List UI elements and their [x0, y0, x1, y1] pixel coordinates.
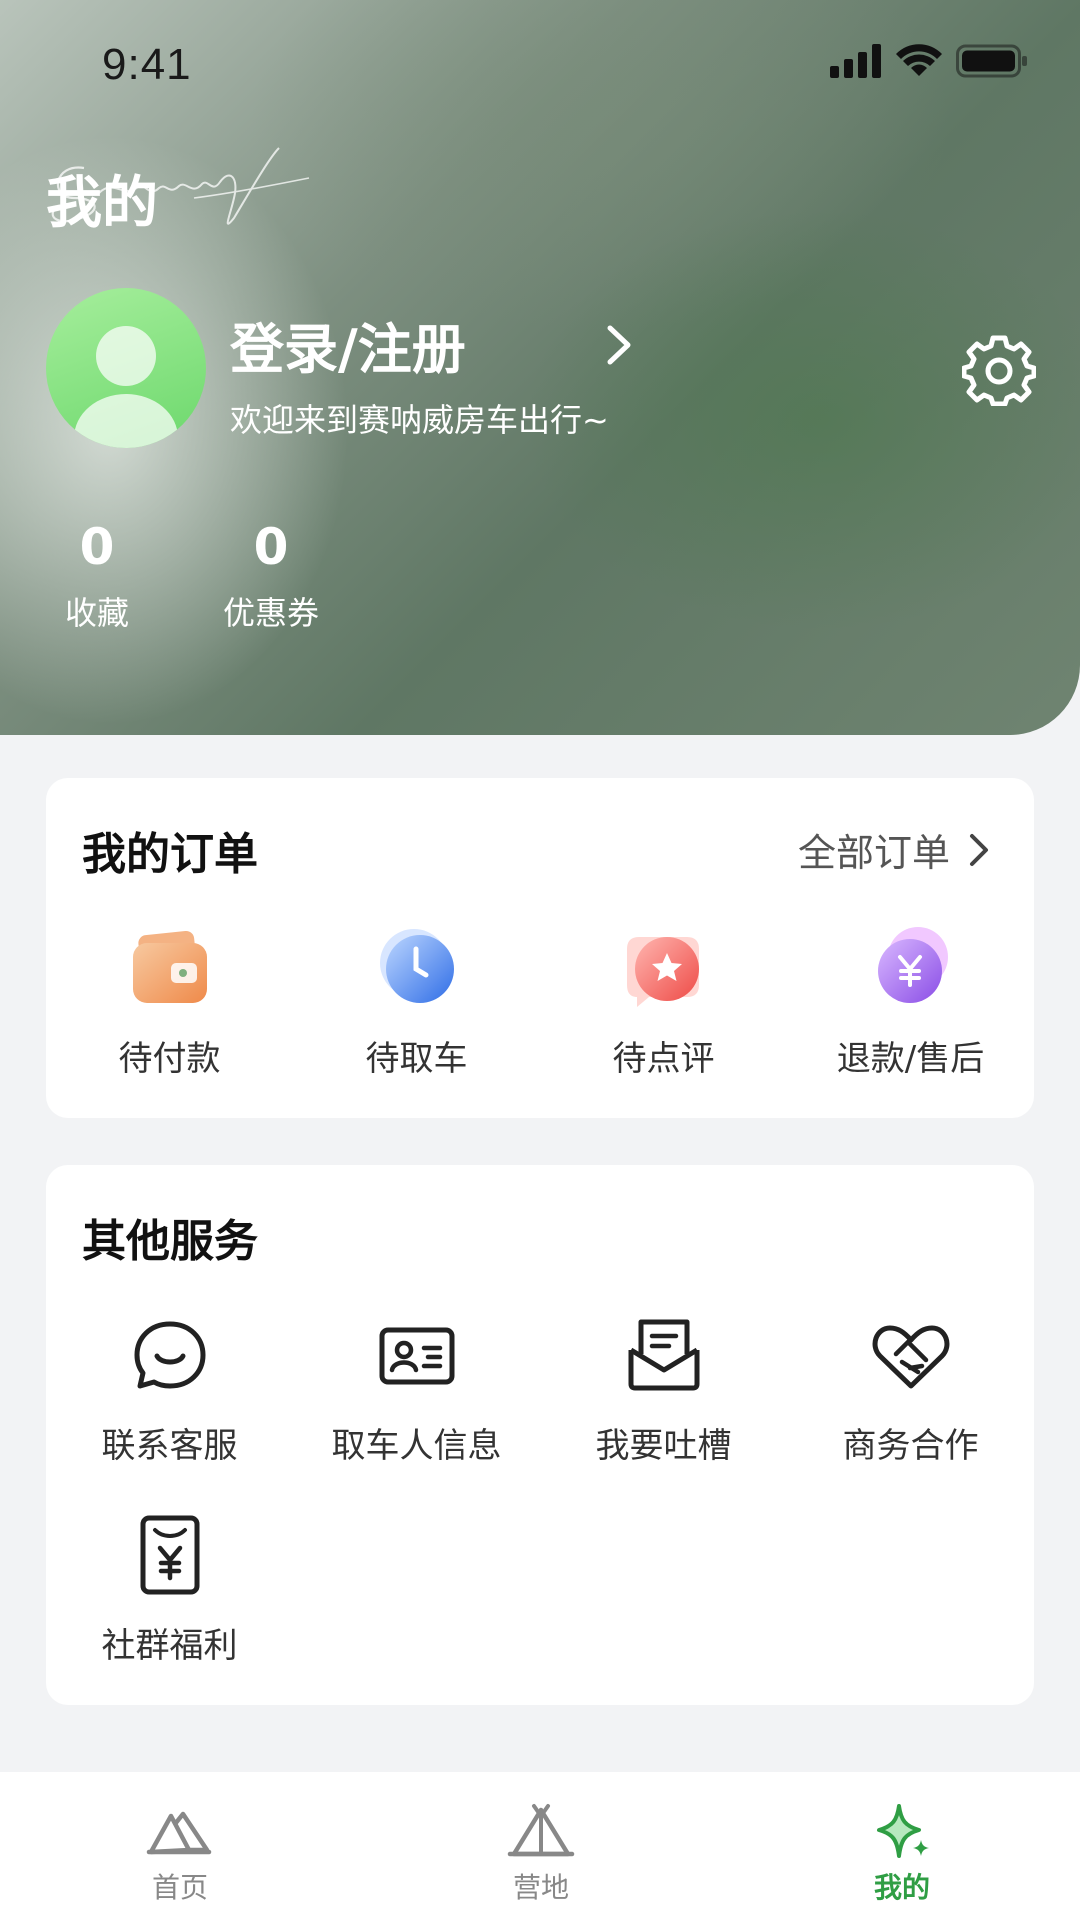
- wifi-icon: [896, 44, 942, 76]
- status-icons: [830, 44, 1028, 78]
- favorites-count: 0: [79, 518, 115, 576]
- favorites-label: 收藏: [64, 594, 129, 632]
- all-orders-link[interactable]: 全部订单: [798, 822, 990, 877]
- pending-payment-button[interactable]: 待付款: [46, 923, 293, 1080]
- contact-support-label: 联系客服: [101, 1426, 238, 1466]
- business-cooperation-button[interactable]: 商务合作: [787, 1310, 1034, 1467]
- community-benefits-button[interactable]: 社群福利: [46, 1510, 293, 1667]
- sparkle-icon: [877, 1804, 929, 1858]
- receipt-yen-icon: [140, 1515, 199, 1595]
- pending-review-label: 待点评: [612, 1039, 715, 1079]
- page-title: 我的: [46, 171, 158, 236]
- status-bar: 9:41: [0, 0, 1080, 130]
- tab-mine-label: 我的: [873, 1871, 930, 1904]
- bottom-tab-bar: 首页 营地 我的: [0, 1772, 1080, 1920]
- mountain-icon: [146, 1811, 212, 1855]
- tab-campsite-label: 营地: [512, 1871, 569, 1904]
- refund-aftersale-button[interactable]: 退款/售后: [787, 923, 1034, 1080]
- other-services-card: 其他服务 联系客服 取车人信息 我要吐槽 商务合作 社群福利: [46, 1165, 1034, 1705]
- chevron-right-icon: [970, 833, 988, 866]
- gear-icon[interactable]: [962, 332, 1036, 406]
- contact-support-button[interactable]: 联系客服: [46, 1310, 293, 1467]
- feedback-label: 我要吐槽: [595, 1426, 732, 1466]
- yen-icon: [877, 927, 948, 1003]
- tab-campsite[interactable]: 营地: [441, 1802, 641, 1906]
- tent-icon: [507, 1804, 575, 1857]
- wallet-icon: [132, 930, 207, 1003]
- business-cooperation-label: 商务合作: [842, 1426, 979, 1466]
- pickup-person-info-button[interactable]: 取车人信息: [293, 1310, 540, 1467]
- orders-title: 我的订单: [82, 829, 258, 880]
- battery-icon: [956, 44, 1027, 78]
- tab-home-label: 首页: [151, 1871, 208, 1904]
- feedback-button[interactable]: 我要吐槽: [540, 1310, 787, 1467]
- avatar[interactable]: [46, 288, 206, 448]
- user-avatar-icon: [74, 326, 178, 448]
- services-title: 其他服务: [82, 1216, 258, 1267]
- favorites-stat[interactable]: 0 收藏: [46, 520, 148, 634]
- login-register-link[interactable]: 登录/注册: [230, 305, 466, 384]
- status-time: 9:41: [102, 40, 192, 89]
- tab-mine[interactable]: 我的: [802, 1802, 1002, 1906]
- my-orders-card: 我的订单 全部订单 待付款 待取车 待点评 退款/售后: [46, 778, 1034, 1118]
- coupons-stat[interactable]: 0 优惠券: [216, 520, 326, 634]
- welcome-text: 欢迎来到赛呐威房车出行~: [230, 401, 609, 439]
- mail-open-icon: [628, 1319, 699, 1391]
- tab-home[interactable]: 首页: [80, 1802, 280, 1906]
- coupons-count: 0: [253, 518, 289, 576]
- pickup-person-info-label: 取车人信息: [331, 1426, 502, 1466]
- refund-aftersale-label: 退款/售后: [836, 1039, 985, 1079]
- coupons-label: 优惠券: [222, 594, 319, 632]
- id-card-icon: [379, 1327, 454, 1385]
- pending-pickup-label: 待取车: [365, 1039, 468, 1079]
- all-orders-label: 全部订单: [797, 831, 950, 875]
- pending-payment-label: 待付款: [118, 1039, 221, 1079]
- signal-icon: [830, 44, 881, 78]
- star-icon: [626, 937, 699, 1007]
- pending-pickup-button[interactable]: 待取车: [293, 923, 540, 1080]
- profile-header: 9:41 我的 登录/注册 欢迎来到赛呐威房车出行~ 0 收藏 0 优惠券: [0, 0, 1080, 735]
- handshake-icon: [872, 1325, 949, 1389]
- chat-icon: [134, 1321, 205, 1389]
- community-benefits-label: 社群福利: [101, 1626, 238, 1666]
- clock-icon: [379, 929, 454, 1003]
- chevron-right-icon[interactable]: [600, 320, 640, 370]
- pending-review-button[interactable]: 待点评: [540, 923, 787, 1080]
